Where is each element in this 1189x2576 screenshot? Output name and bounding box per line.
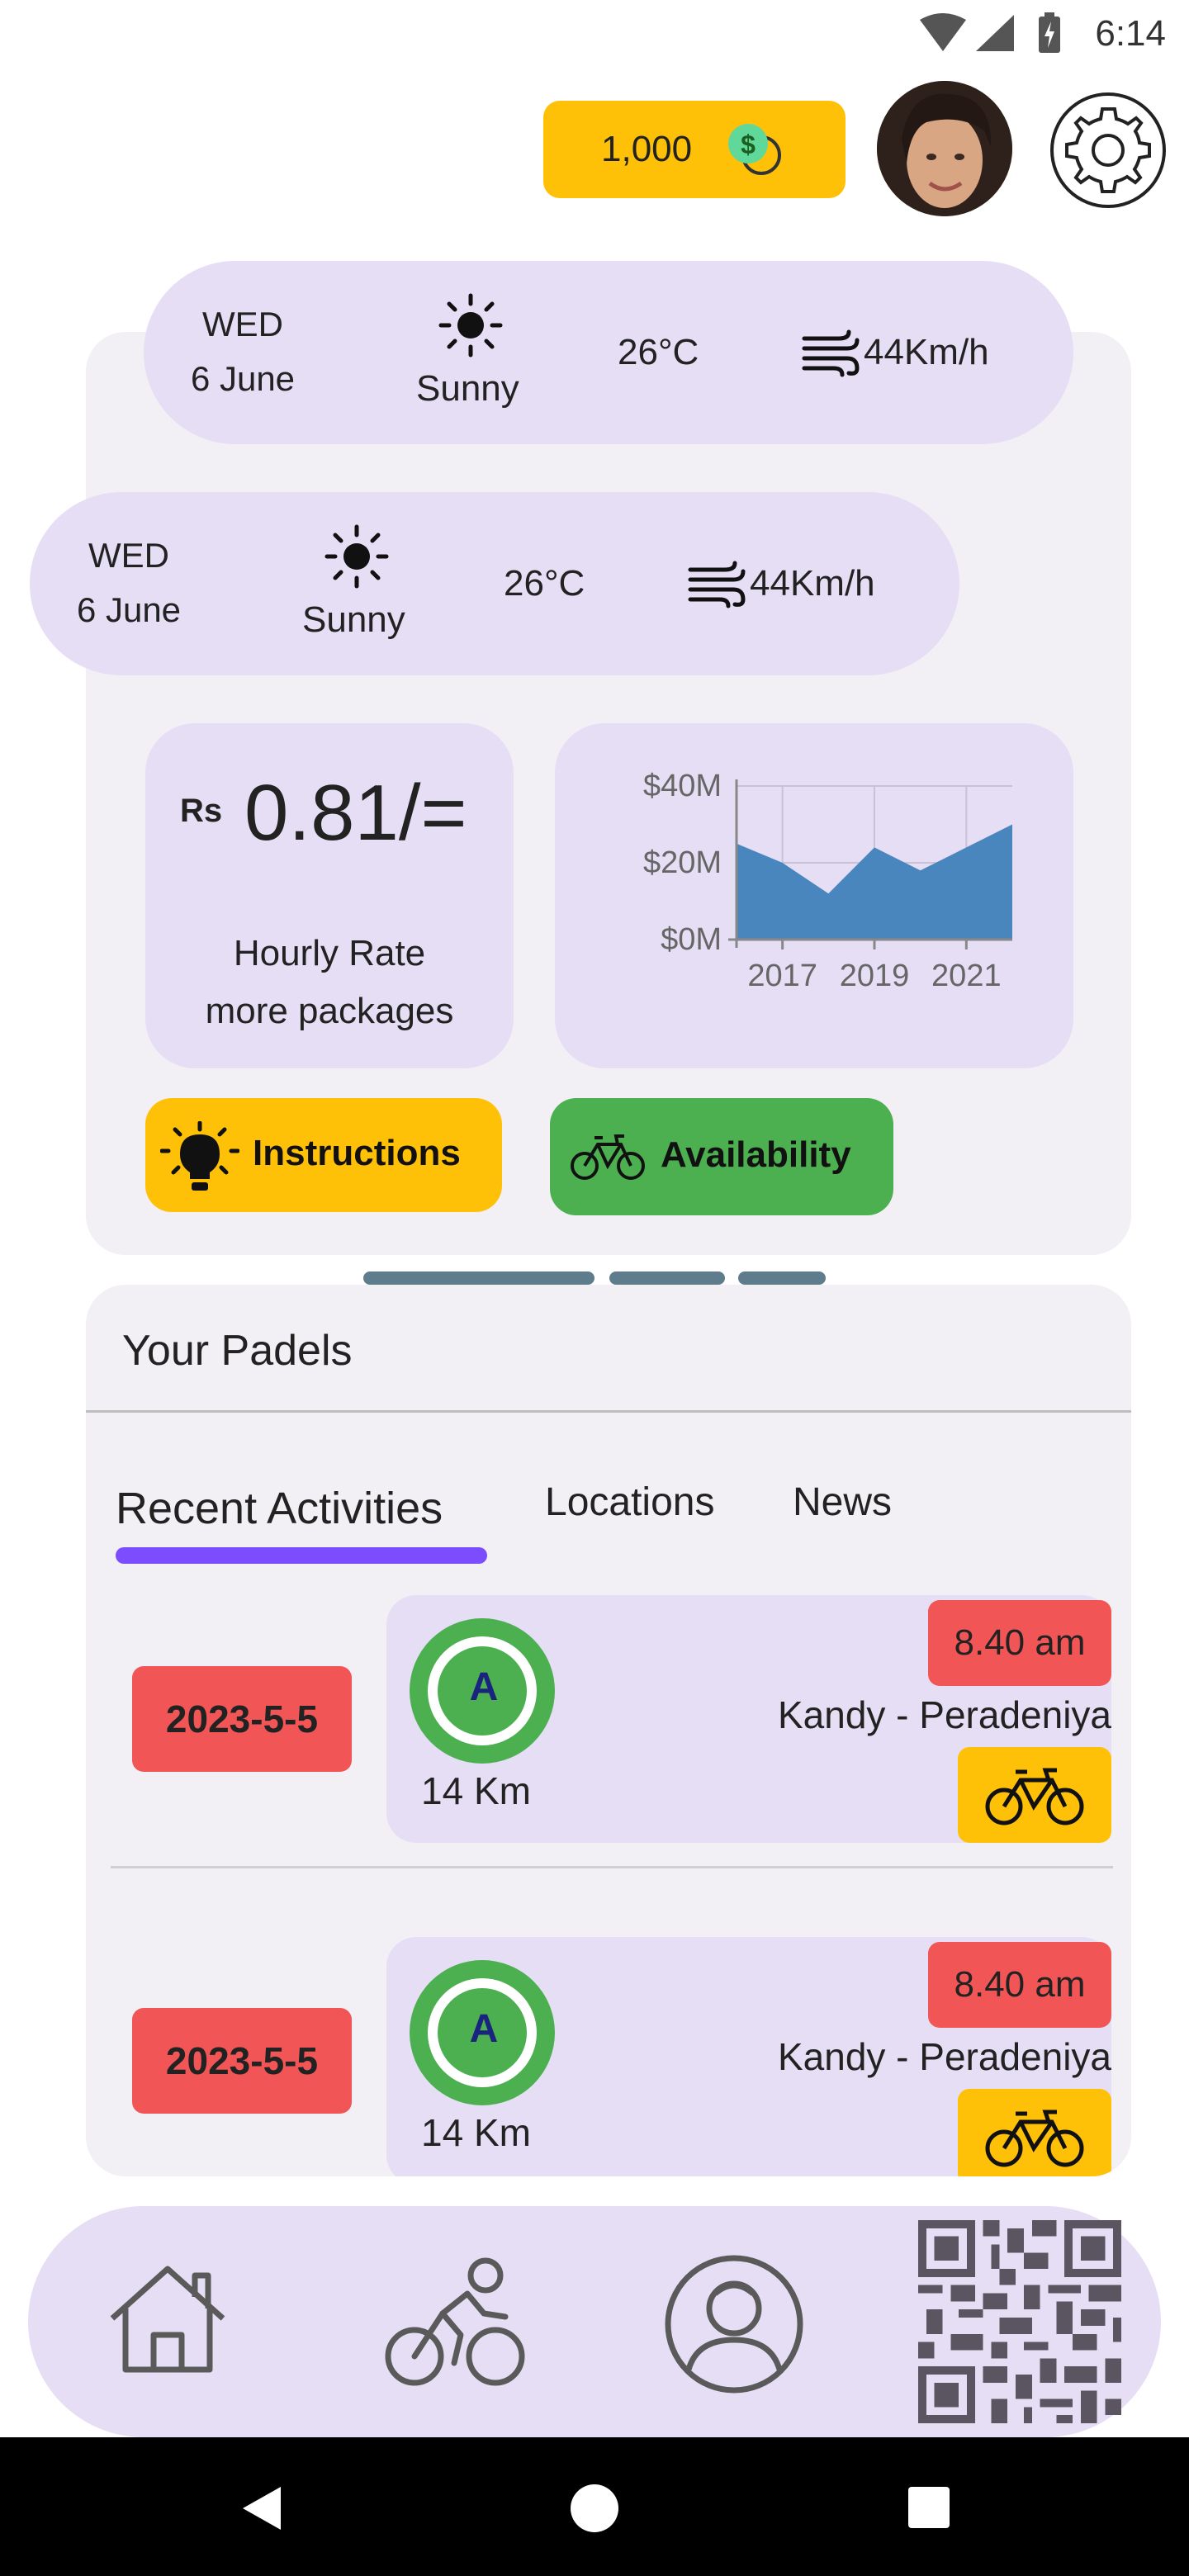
- tab-recent-activities[interactable]: Recent Activities: [116, 1471, 499, 1564]
- recents-icon[interactable]: [907, 2485, 951, 2530]
- page-indicator-active[interactable]: [363, 1271, 594, 1285]
- wifi-icon: [920, 13, 966, 51]
- page-indicator[interactable]: [738, 1271, 826, 1285]
- active-tab-indicator: [116, 1547, 487, 1564]
- activity-distance: 14 Km: [421, 1769, 531, 1812]
- coin-balance-pill[interactable]: 1,000 $: [543, 101, 846, 198]
- activity-route: Kandy - Peradeniya: [777, 2035, 1111, 2078]
- chart-x-tick-label: 2021: [931, 959, 1002, 993]
- padels-title: Your Padels: [122, 1327, 353, 1375]
- instructions-button[interactable]: Instructions: [145, 1098, 502, 1212]
- activity-date-badge: 2023-5-5: [132, 2008, 352, 2114]
- tab-label: Locations: [545, 1480, 715, 1524]
- list-item[interactable]: 2023-5-5 A 14 Km 8.40 am Kandy - Peraden…: [86, 1595, 1131, 1843]
- back-icon[interactable]: [238, 2484, 284, 2533]
- tab-locations[interactable]: Locations: [545, 1480, 714, 1525]
- activity-date-badge: 2023-5-5: [132, 1666, 352, 1772]
- weather-card[interactable]: WED 6 June Sunny 26°C 44Km/h: [30, 492, 959, 675]
- availability-button[interactable]: Availability: [550, 1098, 893, 1215]
- divider: [86, 1410, 1131, 1413]
- rate-label-line1: Hourly Rate: [233, 933, 426, 973]
- profile-icon[interactable]: [664, 2254, 804, 2394]
- weather-day: WED: [202, 305, 283, 343]
- activity-route: Kandy - Peradeniya: [777, 1693, 1111, 1736]
- area-chart: $40M $20M $0M 2017 2019 2021: [643, 769, 1012, 993]
- divider: [111, 1866, 1113, 1868]
- weather-condition: Sunny: [302, 599, 405, 640]
- tab-news[interactable]: News: [793, 1480, 892, 1525]
- page-indicator[interactable]: [609, 1271, 725, 1285]
- weather-date: WED 6 June: [185, 297, 301, 406]
- activity-date: 2023-5-5: [165, 1698, 319, 1740]
- coin-refresh-icon: $: [728, 124, 781, 175]
- weather-date: WED 6 June: [71, 528, 187, 637]
- svg-text:$: $: [741, 130, 756, 159]
- activity-time-badge: 8.40 am: [928, 1600, 1111, 1686]
- activity-card[interactable]: A 14 Km 8.40 am Kandy - Peradeniya: [386, 1937, 1111, 2176]
- rate-currency: Rs: [180, 793, 223, 829]
- weather-day: WED: [88, 536, 169, 575]
- your-padels-card: Your Padels Recent Activities Locations …: [86, 1285, 1131, 2176]
- bicycle-icon: [985, 2110, 1084, 2167]
- battery-charging-icon: [1039, 12, 1060, 53]
- marker-letter: A: [469, 2007, 499, 2051]
- weather-temperature: 26°C: [504, 563, 585, 604]
- sun-icon: [438, 293, 503, 358]
- weather-wind: 44Km/h: [750, 563, 875, 604]
- avatar[interactable]: [877, 81, 1012, 216]
- bike-badge: [958, 2089, 1111, 2176]
- availability-label: Availability: [661, 1134, 851, 1175]
- activity-date: 2023-5-5: [165, 2039, 319, 2082]
- chart-x-tick-label: 2019: [840, 959, 910, 993]
- qr-code-icon[interactable]: [918, 2219, 1121, 2424]
- weather-condition: Sunny: [416, 368, 519, 409]
- bicycle-icon: [985, 1768, 1084, 1825]
- activity-time: 8.40 am: [954, 1622, 1086, 1663]
- chart-y-tick-label: $40M: [643, 769, 722, 803]
- weather-temperature: 26°C: [618, 332, 699, 372]
- coin-amount: 1,000: [601, 129, 693, 169]
- activity-distance: 14 Km: [421, 2111, 531, 2154]
- activity-card[interactable]: A 14 Km 8.40 am Kandy - Peradeniya: [386, 1595, 1111, 1843]
- hourly-rate-card[interactable]: Rs 0.81/= Hourly Rate more packages: [145, 723, 514, 1068]
- chart-y-tick-label: $0M: [661, 922, 722, 957]
- rate-label-line2: more packages: [205, 991, 454, 1031]
- sun-icon: [324, 524, 389, 589]
- rate-label: Hourly Rate more packages: [145, 925, 514, 1040]
- rate-value: 0.81/=: [244, 769, 467, 857]
- avatar-photo-icon: [877, 81, 1012, 216]
- chart-x-tick-label: 2017: [747, 959, 817, 993]
- revenue-chart-card[interactable]: $40M $20M $0M 2017 2019 2021: [555, 723, 1073, 1068]
- bicycle-icon: [571, 1134, 645, 1180]
- tab-label: News: [793, 1480, 893, 1524]
- marker-letter: A: [469, 1665, 499, 1709]
- bike-badge: [958, 1747, 1111, 1843]
- home-icon[interactable]: [106, 2261, 230, 2376]
- weather-date-text: 6 June: [190, 359, 296, 398]
- system-navigation-bar: [0, 2437, 1189, 2576]
- signal-icon: [976, 15, 1014, 51]
- activity-time: 8.40 am: [954, 1964, 1086, 2005]
- weather-date-text: 6 June: [76, 590, 182, 629]
- instructions-label: Instructions: [253, 1133, 461, 1173]
- activity-time-badge: 8.40 am: [928, 1942, 1111, 2028]
- bottom-navigation: [28, 2206, 1161, 2437]
- settings-gear-icon[interactable]: [1049, 91, 1168, 210]
- lightbulb-icon: [160, 1121, 239, 1191]
- weather-wind: 44Km/h: [864, 332, 989, 372]
- wind-icon: [688, 561, 746, 608]
- list-item[interactable]: 2023-5-5 A 14 Km 8.40 am Kandy - Peraden…: [86, 1937, 1131, 2176]
- status-bar: 6:14: [0, 0, 1189, 69]
- cyclist-icon[interactable]: [385, 2256, 525, 2388]
- chart-y-tick-label: $20M: [643, 845, 722, 880]
- tab-label: Recent Activities: [116, 1484, 443, 1533]
- home-circle-icon[interactable]: [570, 2484, 619, 2533]
- wind-icon: [802, 329, 860, 377]
- weather-card[interactable]: WED 6 June Sunny 26°C 44Km/h: [144, 261, 1073, 444]
- status-time: 6:14: [1095, 13, 1166, 54]
